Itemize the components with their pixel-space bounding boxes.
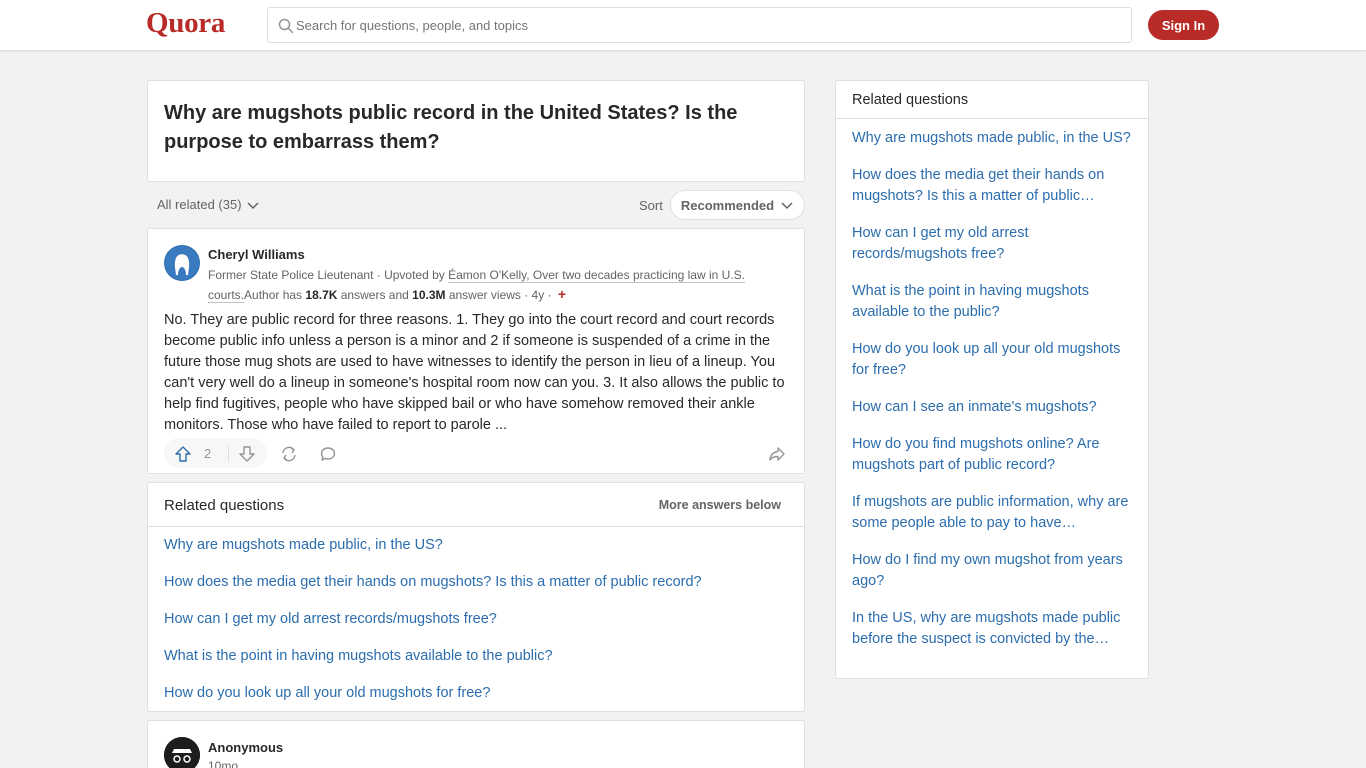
credential-text: Former State Police Lieutenant · Upvoted… (208, 268, 449, 282)
avatar[interactable] (164, 737, 200, 768)
related-questions-header: Related questions More answers below (148, 483, 804, 527)
related-question-link[interactable]: Why are mugshots made public, in the US? (164, 536, 702, 573)
anonymous-avatar-icon (164, 737, 200, 768)
related-question-link[interactable]: How does the media get their hands on mu… (164, 573, 702, 610)
sort-dropdown[interactable]: Recommended (670, 190, 805, 220)
related-question-link[interactable]: What is the point in having mugshots ava… (164, 647, 702, 684)
upvote-arrow-icon[interactable] (174, 445, 192, 463)
answers-and-text: answers and (337, 288, 413, 302)
sidebar-question-link[interactable]: How can I get my old arrest records/mugs… (852, 223, 1136, 265)
related-question-link[interactable]: How can I get my old arrest records/mugs… (164, 610, 702, 647)
chevron-down-icon (781, 202, 793, 210)
vote-divider (228, 445, 229, 462)
views-count: 10.3M (412, 288, 446, 302)
reshare-icon[interactable] (280, 445, 298, 463)
related-questions-list: Why are mugshots made public, in the US?… (164, 536, 702, 721)
sidebar-question-link[interactable]: How can I see an inmate's mugshots? (852, 397, 1136, 418)
answer-time: 10mo (208, 759, 239, 768)
answer-card: Cheryl Williams Former State Police Lieu… (147, 228, 805, 474)
answer-body[interactable]: No. They are public record for three rea… (164, 310, 790, 436)
search-icon (278, 18, 294, 34)
answer-actions: 2 (164, 438, 790, 468)
author-credentials: Former State Police Lieutenant · Upvoted… (208, 266, 788, 305)
vote-group: 2 (164, 438, 267, 468)
anonymous-answer-card: Anonymous 10mo (147, 720, 805, 768)
sidebar-questions-list: Why are mugshots made public, in the US?… (852, 128, 1136, 666)
sidebar-question-link[interactable]: In the US, why are mugshots made public … (852, 608, 1136, 650)
author-has-text: Author has (244, 288, 306, 302)
sidebar-title: Related questions (852, 92, 969, 108)
upvote-count: 2 (204, 446, 212, 461)
quora-logo[interactable]: Quora (146, 7, 225, 40)
sidebar-question-link[interactable]: How do you find mugshots online? Are mug… (852, 434, 1136, 476)
user-silhouette-icon (165, 246, 199, 280)
sidebar-header: Related questions (836, 81, 1148, 119)
downvote-arrow-icon[interactable] (238, 445, 256, 463)
sidebar-question-link[interactable]: How does the media get their hands on mu… (852, 165, 1136, 207)
search-input[interactable] (296, 8, 1116, 42)
search-box[interactable] (267, 7, 1132, 43)
author-name: Anonymous (208, 740, 284, 755)
top-navigation-bar: Quora Sign In (0, 0, 1366, 51)
comment-icon[interactable] (319, 445, 337, 463)
sidebar-question-link[interactable]: Why are mugshots made public, in the US? (852, 128, 1136, 149)
sign-in-button[interactable]: Sign In (1148, 10, 1219, 40)
sidebar-question-link[interactable]: What is the point in having mugshots ava… (852, 281, 1136, 323)
question-card: Why are mugshots public record in the Un… (147, 80, 805, 182)
more-answers-below-link[interactable]: More answers below (659, 498, 781, 512)
sort-label: Sort (639, 198, 663, 213)
sidebar-related-questions-card: Related questions Why are mugshots made … (835, 80, 1149, 679)
sort-value: Recommended (680, 197, 775, 213)
sidebar-question-link[interactable]: If mugshots are public information, why … (852, 492, 1136, 534)
chevron-down-icon (247, 201, 259, 209)
plus-icon[interactable]: + (558, 286, 566, 302)
related-questions-feed-card: Related questions More answers below Why… (147, 482, 805, 712)
related-questions-title: Related questions (164, 497, 285, 514)
sidebar-question-link[interactable]: How do you look up all your old mugshots… (852, 339, 1136, 381)
avatar[interactable] (164, 245, 200, 281)
related-question-link[interactable]: How do you look up all your old mugshots… (164, 684, 702, 721)
answers-count: 18.7K (305, 288, 338, 302)
sidebar-question-link[interactable]: How do I find my own mugshot from years … (852, 550, 1136, 592)
all-related-filter[interactable]: All related (35) (157, 197, 260, 212)
views-time-text: answer views · 4y · (445, 288, 555, 302)
all-related-label: All related (35) (157, 197, 242, 212)
author-name[interactable]: Cheryl Williams (208, 247, 305, 262)
share-forward-icon[interactable] (768, 445, 786, 463)
question-title: Why are mugshots public record in the Un… (164, 102, 738, 153)
